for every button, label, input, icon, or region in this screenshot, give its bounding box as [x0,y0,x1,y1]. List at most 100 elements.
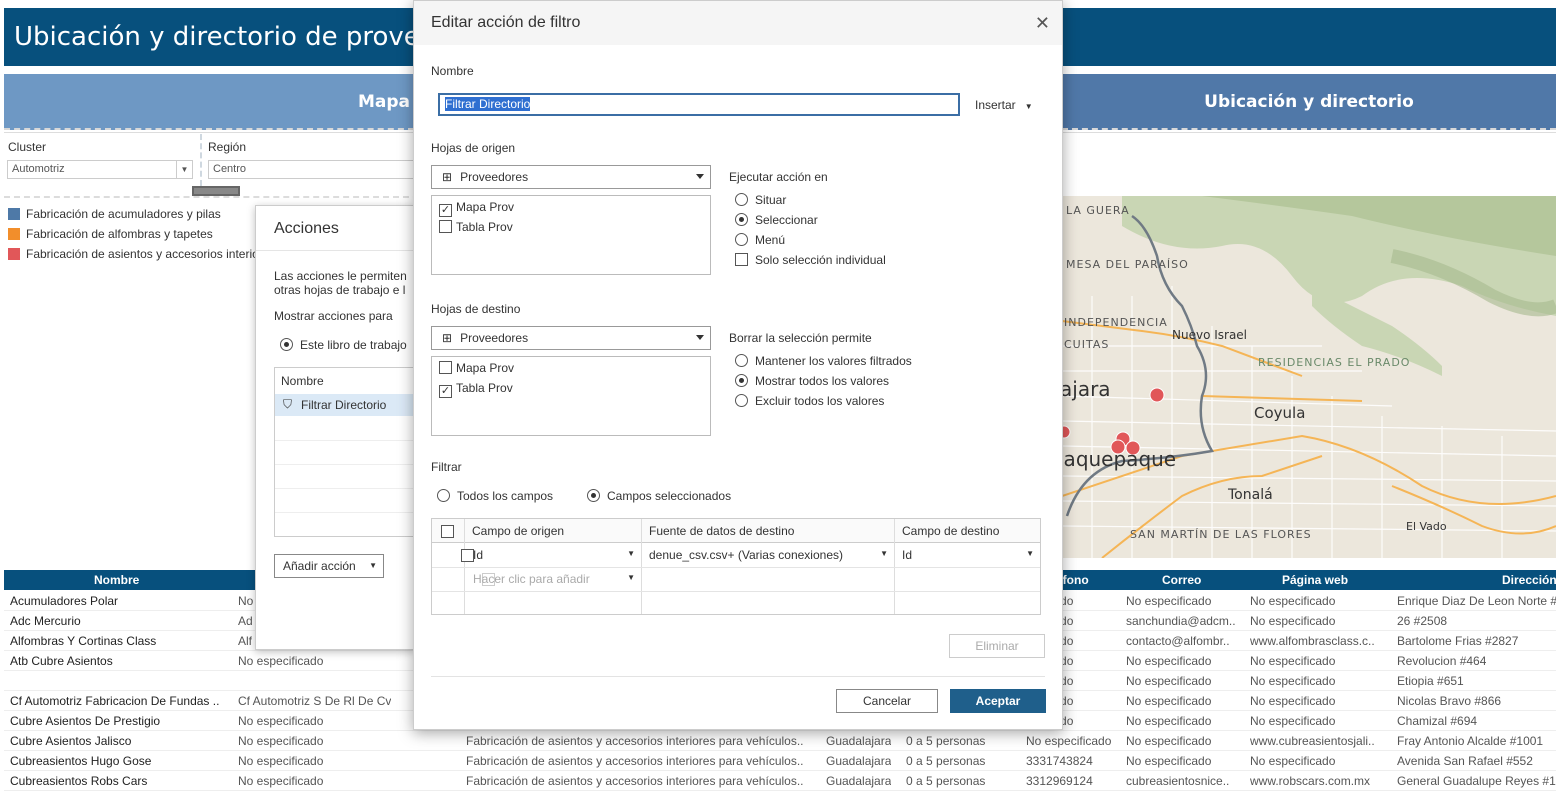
col-header-correo[interactable]: Correo [1162,573,1201,587]
table-cell-nombre: Atb Cubre Asientos [10,654,113,668]
source-field-select[interactable]: Id ▼ [465,543,641,567]
region-filter-select[interactable]: Centro [208,160,418,179]
target-ds-select[interactable]: denue_csv.csv+ (Varias conexiones) ▼ [642,543,894,567]
action-item-label: Filtrar Directorio [301,398,387,412]
table-cell-direccion: Fray Antonio Alcalde #1001 [1397,734,1544,748]
radio-selected-icon [735,374,748,387]
resize-handle[interactable] [192,186,240,196]
scope-radio[interactable]: Este libro de trabajo [280,338,407,352]
target-sheet-item[interactable]: ✓ Tabla Prov [439,381,513,398]
table-cell-personal: 0 a 5 personas [906,774,986,788]
legend-item[interactable]: Fabricación de alfombras y tapetes [8,227,213,241]
source-field-value: Id [473,548,484,562]
table-cell-correo: No especificado [1126,694,1212,708]
radio-selected-icon [587,489,600,502]
region-filter-label: Región [208,140,247,154]
add-field-select[interactable]: Hacer clic para añadir ▼ [465,567,641,591]
filter-selected-fields-radio[interactable]: Campos seleccionados [587,489,731,503]
table-cell-web: www.robscars.com.mx [1250,774,1371,788]
table-cell-razon: Alf [238,634,253,648]
target-dropdown-value: Proveedores [460,331,529,345]
table-row[interactable]: Cubreasientos Hugo Gose No especificado Fa… [4,751,1556,771]
name-input[interactable]: Filtrar Directorio [438,93,960,116]
table-cell-nombre: Adc Mercurio [10,614,81,628]
col-header-nombre[interactable]: Nombre [94,573,139,587]
table-cell-direccion: General Guadalupe Reyes #1 [1397,774,1556,788]
table-cell-correo: contacto@alfombr.. [1126,634,1230,648]
run-on-situar[interactable]: Situar [735,193,786,207]
chevron-down-icon: ▼ [176,161,192,178]
clear-exclude-all[interactable]: Excluir todos los valores [735,394,884,408]
cancel-button[interactable]: Cancelar [836,689,938,713]
table-cell-web: No especificado [1250,654,1336,668]
table-cell-correo: No especificado [1126,734,1212,748]
delete-button[interactable]: Eliminar [949,634,1045,658]
map-label: INDEPENDENCIA [1064,316,1168,329]
source-sheet-item[interactable]: ✓ Mapa Prov [439,200,514,217]
actions-show-for-label: Mostrar acciones para [274,309,393,323]
map-view[interactable]: LA GUERA MESA DEL PARAÍSO INDEPENDENCIA … [1062,196,1556,558]
run-on-label: Ejecutar acción en [729,170,828,184]
clear-show-all[interactable]: Mostrar todos los valores [735,374,889,388]
map-label: Coyula [1254,404,1305,422]
filter-all-fields-radio[interactable]: Todos los campos [437,489,553,503]
run-on-menu[interactable]: Menú [735,233,785,247]
chevron-down-icon: ▼ [880,549,888,558]
run-on-option-label: Seleccionar [755,213,818,227]
actions-list: Nombre ⛉ Filtrar Directorio [274,367,416,537]
target-sheet-label: Mapa Prov [456,361,515,375]
source-sheet-item[interactable]: Tabla Prov [439,220,513,234]
radio-icon [735,394,748,407]
table-cell-razon: Cf Automotriz S De Rl De Cv [238,694,392,708]
target-field-select[interactable]: Id ▼ [895,543,1040,567]
source-sheets-label: Hojas de origen [431,141,516,155]
chevron-down-icon: ▼ [1026,549,1034,558]
radio-icon [437,489,450,502]
table-cell-web: www.alfombrasclass.c.. [1250,634,1375,648]
legend-swatch [8,208,20,220]
map-canvas[interactable]: LA GUERA MESA DEL PARAÍSO INDEPENDENCIA … [1062,196,1556,558]
run-on-option-label: Situar [755,193,787,207]
region-filter-value: Centro [213,163,247,175]
add-action-label: Añadir acción [283,559,356,573]
table-cell-correo: No especificado [1126,754,1212,768]
add-action-button[interactable]: Añadir acción ▼ [274,554,384,578]
table-cell-correo: cubreasientosnice.. [1126,774,1230,788]
table-cell-razon: No [238,594,254,608]
radio-icon [735,193,748,206]
radio-icon [280,338,293,351]
legend-item[interactable]: Fabricación de acumuladores y pilas [8,207,221,221]
col-header-web[interactable]: Página web [1282,573,1348,587]
table-cell-ciudad: Guadalajara [826,754,892,768]
radio-icon [735,354,748,367]
close-icon[interactable]: ✕ [1035,13,1050,34]
table-row[interactable]: Cubreasientos Robs Cars No especificado Fa… [4,771,1556,791]
legend-label: Fabricación de acumuladores y pilas [26,207,221,221]
insert-menu[interactable]: Insertar ▼ [975,98,1033,112]
table-cell-personal: 0 a 5 personas [906,734,986,748]
table-cell-razon: No especificado [238,734,324,748]
checkbox-icon [439,220,452,233]
target-sheets-dropdown[interactable]: ⊞ Proveedores [431,326,711,350]
target-sheet-item[interactable]: Mapa Prov [439,361,514,375]
field-mapping-grid: Campo de origen Fuente de datos de desti… [431,518,1041,615]
map-label: El Vado [1406,520,1447,533]
clear-keep-filtered[interactable]: Mantener los valores filtrados [735,354,912,368]
table-cell-razon: No especificado [238,774,324,788]
map-label: Nuevo Israel [1172,328,1247,342]
run-on-seleccionar[interactable]: Seleccionar [735,213,818,227]
single-select-checkbox[interactable]: Solo selección individual [735,253,886,267]
col-header-direccion[interactable]: Dirección [1502,573,1556,587]
table-cell-correo: sanchundia@adcm.. [1126,614,1236,628]
table-cell-nombre: Alfombras Y Cortinas Class [10,634,157,648]
source-sheets-dropdown[interactable]: ⊞ Proveedores [431,165,711,189]
cluster-filter-value: Automotriz [12,163,65,175]
table-cell-nombre: Acumuladores Polar [10,594,119,608]
accept-button[interactable]: Aceptar [950,689,1046,713]
table-cell-web: No especificado [1250,754,1336,768]
select-all-checkbox[interactable] [441,525,454,538]
action-item[interactable]: ⛉ Filtrar Directorio [275,394,415,416]
cluster-filter-select[interactable]: Automotriz ▼ [7,160,193,179]
table-row[interactable]: Cubre Asientos Jalisco No especificado Fab… [4,731,1556,751]
table-cell-correo: No especificado [1126,594,1212,608]
